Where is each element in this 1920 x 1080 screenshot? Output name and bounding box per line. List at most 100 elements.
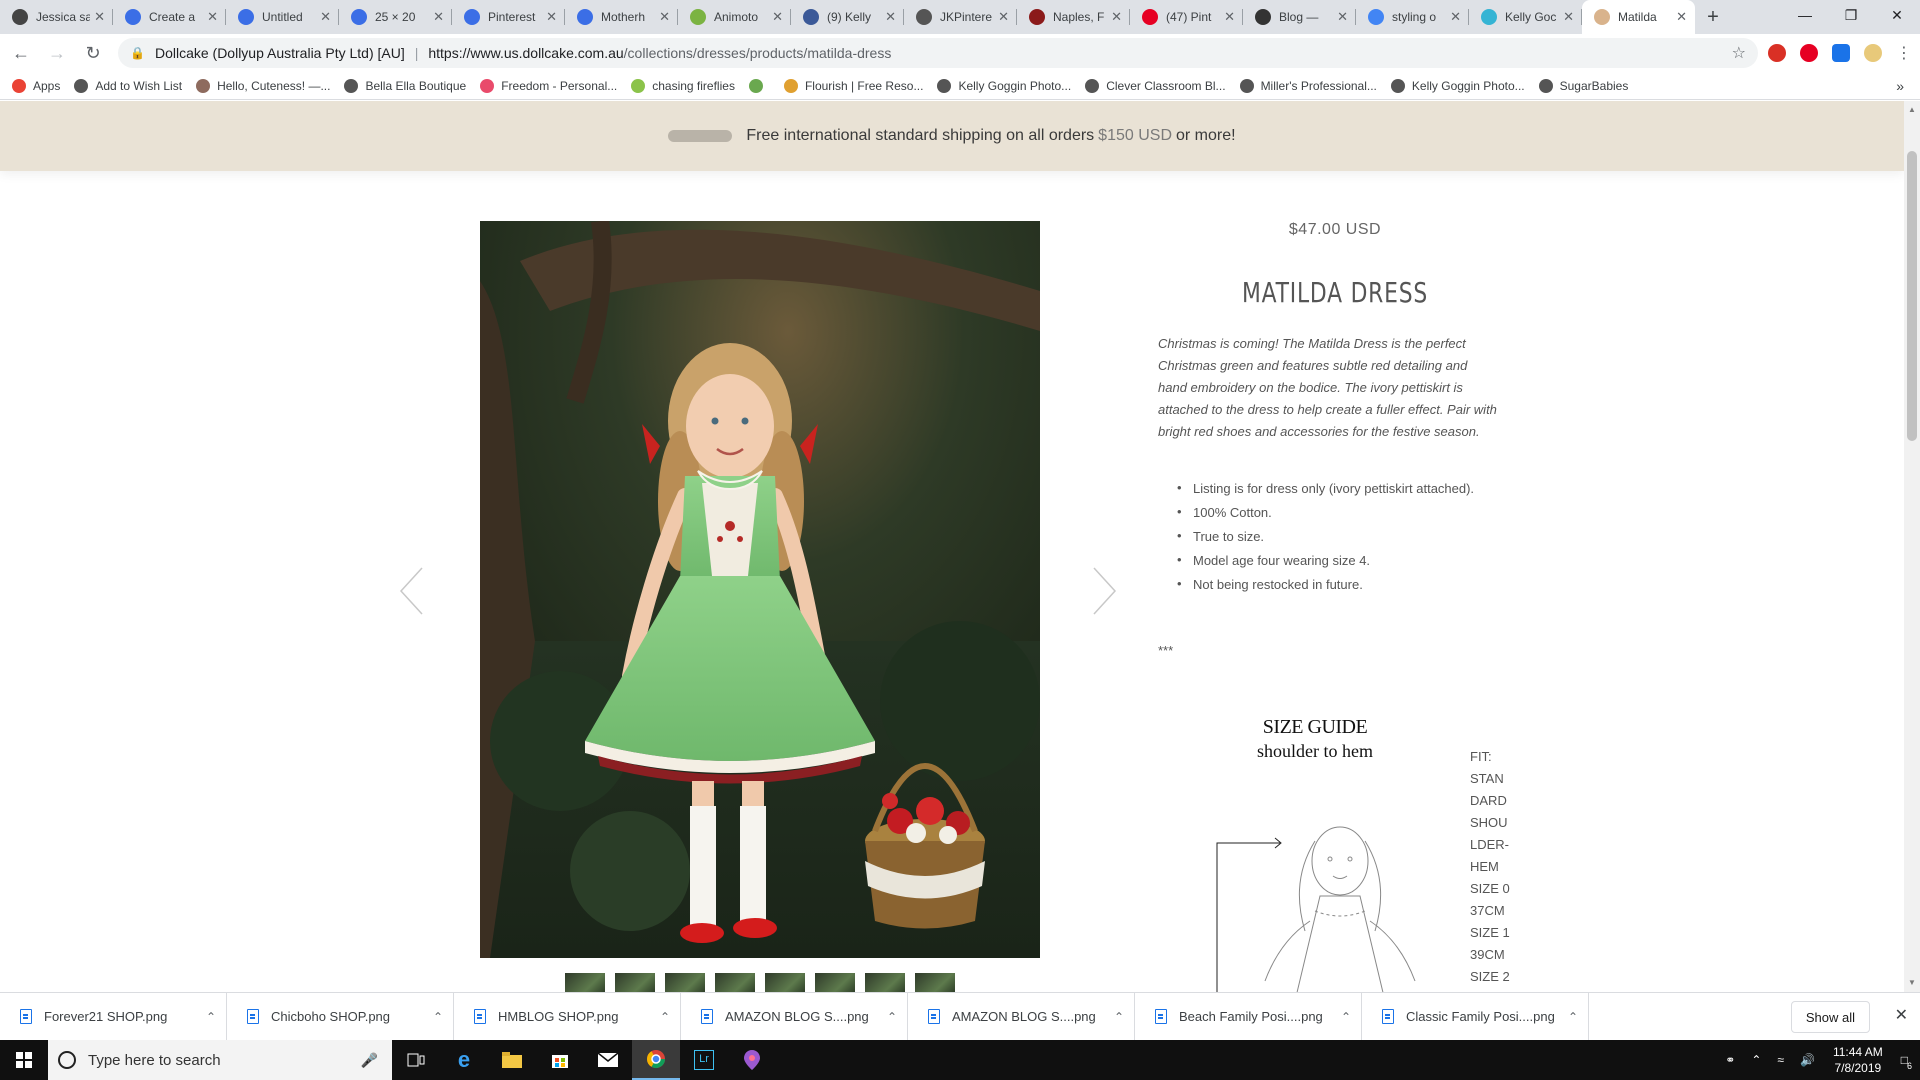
bookmarks-overflow-icon[interactable]: » <box>1896 78 1904 94</box>
reload-button[interactable]: ↻ <box>78 38 108 68</box>
product-thumbnail[interactable] <box>815 973 855 992</box>
browser-tab[interactable]: (9) Kelly ✕ <box>791 0 904 34</box>
forward-button[interactable]: → <box>42 38 72 68</box>
chevron-up-icon[interactable]: ⌃ <box>1104 1010 1134 1024</box>
tab-close-icon[interactable]: ✕ <box>546 9 557 25</box>
bookmark-item[interactable]: Hello, Cuteness! —... <box>196 78 330 93</box>
browser-tab[interactable]: Blog — ✕ <box>1243 0 1356 34</box>
tab-close-icon[interactable]: ✕ <box>659 9 670 25</box>
download-item[interactable]: Chicboho SHOP.png ⌃ <box>227 992 454 1041</box>
browser-tab[interactable]: Pinterest ✕ <box>452 0 565 34</box>
product-thumbnail[interactable] <box>865 973 905 992</box>
bookmark-item[interactable]: Apps <box>12 78 60 93</box>
download-item[interactable]: Beach Family Posi....png ⌃ <box>1135 992 1362 1041</box>
product-image[interactable] <box>480 221 1040 958</box>
tab-close-icon[interactable]: ✕ <box>207 9 218 25</box>
task-view-icon[interactable] <box>392 1040 440 1080</box>
carousel-prev-arrow[interactable] <box>398 566 426 616</box>
page-scrollbar[interactable]: ▲ ▼ <box>1904 101 1920 992</box>
browser-tab[interactable]: Matilda ✕ <box>1582 0 1695 34</box>
bookmark-star-icon[interactable]: ☆ <box>1732 43 1746 63</box>
chevron-up-icon[interactable]: ⌃ <box>650 1010 680 1024</box>
bookmark-item[interactable]: chasing fireflies <box>631 78 735 93</box>
carousel-next-arrow[interactable] <box>1090 566 1118 616</box>
browser-tab[interactable]: Animoto ✕ <box>678 0 791 34</box>
tab-close-icon[interactable]: ✕ <box>1337 9 1348 25</box>
maps-pin-icon[interactable] <box>728 1040 776 1080</box>
download-item[interactable]: AMAZON BLOG S....png ⌃ <box>908 992 1135 1041</box>
tab-close-icon[interactable]: ✕ <box>998 9 1009 25</box>
tab-close-icon[interactable]: ✕ <box>1224 9 1235 25</box>
product-thumbnail[interactable] <box>565 973 605 992</box>
tab-close-icon[interactable]: ✕ <box>94 9 105 25</box>
chrome-icon[interactable] <box>632 1040 680 1080</box>
lightroom-icon[interactable]: Lr <box>680 1040 728 1080</box>
browser-tab[interactable]: JKPintere ✕ <box>904 0 1017 34</box>
scroll-up-arrow[interactable]: ▲ <box>1904 103 1920 117</box>
tab-close-icon[interactable]: ✕ <box>433 9 444 25</box>
minimize-button[interactable]: — <box>1782 0 1828 30</box>
product-thumbnail[interactable] <box>915 973 955 992</box>
profile-avatar-icon[interactable] <box>1864 44 1882 62</box>
chevron-up-icon[interactable]: ⌃ <box>196 1010 226 1024</box>
browser-tab[interactable]: (47) Pint ✕ <box>1130 0 1243 34</box>
bookmark-item[interactable]: SugarBabies <box>1538 78 1628 93</box>
pinterest-icon[interactable] <box>1800 44 1818 62</box>
bookmark-item[interactable]: Add to Wish List <box>74 78 182 93</box>
windows-start-icon[interactable] <box>0 1040 48 1080</box>
scroll-down-arrow[interactable]: ▼ <box>1904 976 1920 990</box>
bookmark-item[interactable]: Kelly Goggin Photo... <box>937 78 1071 93</box>
close-shelf-icon[interactable]: ✕ <box>1895 1005 1908 1025</box>
download-item[interactable]: Classic Family Posi....png ⌃ <box>1362 992 1589 1041</box>
product-thumbnail[interactable] <box>765 973 805 992</box>
chevron-up-icon[interactable]: ⌃ <box>877 1010 907 1024</box>
bookmark-item[interactable]: Clever Classroom Bl... <box>1085 78 1226 93</box>
bookmark-item[interactable]: Flourish | Free Reso... <box>783 78 923 93</box>
browser-tab[interactable]: Jessica sa ✕ <box>0 0 113 34</box>
tab-close-icon[interactable]: ✕ <box>885 9 896 25</box>
wifi-icon[interactable]: ≈ <box>1777 1053 1784 1067</box>
tab-close-icon[interactable]: ✕ <box>772 9 783 25</box>
tab-close-icon[interactable]: ✕ <box>1676 9 1687 25</box>
notifications-icon[interactable]: □ 6 <box>1901 1053 1912 1071</box>
taskbar-clock[interactable]: 11:44 AM 7/8/2019 <box>1833 1044 1883 1076</box>
close-window-button[interactable]: ✕ <box>1874 0 1920 30</box>
chevron-up-icon[interactable]: ⌃ <box>423 1010 453 1024</box>
product-thumbnail[interactable] <box>665 973 705 992</box>
microphone-icon[interactable]: 🎤 <box>361 1052 378 1069</box>
browser-tab[interactable]: styling o ✕ <box>1356 0 1469 34</box>
extension-red-icon[interactable] <box>1768 44 1786 62</box>
chevron-up-icon[interactable]: ⌃ <box>1558 1010 1588 1024</box>
download-item[interactable]: Forever21 SHOP.png ⌃ <box>0 992 227 1041</box>
back-button[interactable]: ← <box>6 38 36 68</box>
download-item[interactable]: HMBLOG SHOP.png ⌃ <box>454 992 681 1041</box>
bookmark-item[interactable]: Bella Ella Boutique <box>344 78 466 93</box>
bookmark-item[interactable]: Miller's Professional... <box>1239 78 1377 93</box>
people-icon[interactable]: ⚭ <box>1725 1053 1735 1067</box>
bookmark-item[interactable]: Freedom - Personal... <box>480 78 617 93</box>
browser-tab[interactable]: Untitled ✕ <box>226 0 339 34</box>
product-thumbnail[interactable] <box>715 973 755 992</box>
bookmark-item[interactable] <box>748 78 770 93</box>
browser-tab[interactable]: Naples, F ✕ <box>1017 0 1130 34</box>
scrollbar-thumb[interactable] <box>1907 151 1917 441</box>
extension-blue-icon[interactable] <box>1832 44 1850 62</box>
show-all-button[interactable]: Show all <box>1790 1001 1870 1033</box>
browser-tab[interactable]: 25 × 20 ✕ <box>339 0 452 34</box>
taskbar-search-box[interactable]: Type here to search 🎤 <box>48 1040 392 1080</box>
store-icon[interactable] <box>536 1040 584 1080</box>
tray-chevron-icon[interactable]: ⌃ <box>1751 1053 1761 1067</box>
tab-close-icon[interactable]: ✕ <box>320 9 331 25</box>
menu-kebab-icon[interactable]: ⋮ <box>1896 43 1912 63</box>
restore-button[interactable]: ❐ <box>1828 0 1874 30</box>
browser-tab[interactable]: Create a ✕ <box>113 0 226 34</box>
tab-close-icon[interactable]: ✕ <box>1111 9 1122 25</box>
file-explorer-icon[interactable] <box>488 1040 536 1080</box>
product-thumbnail[interactable] <box>615 973 655 992</box>
bookmark-item[interactable]: Kelly Goggin Photo... <box>1390 78 1525 93</box>
volume-icon[interactable]: 🔊 <box>1800 1053 1815 1067</box>
browser-tab[interactable]: Kelly Goc ✕ <box>1469 0 1582 34</box>
download-item[interactable]: AMAZON BLOG S....png ⌃ <box>681 992 908 1041</box>
tab-close-icon[interactable]: ✕ <box>1563 9 1574 25</box>
edge-browser-icon[interactable]: e <box>440 1040 488 1080</box>
